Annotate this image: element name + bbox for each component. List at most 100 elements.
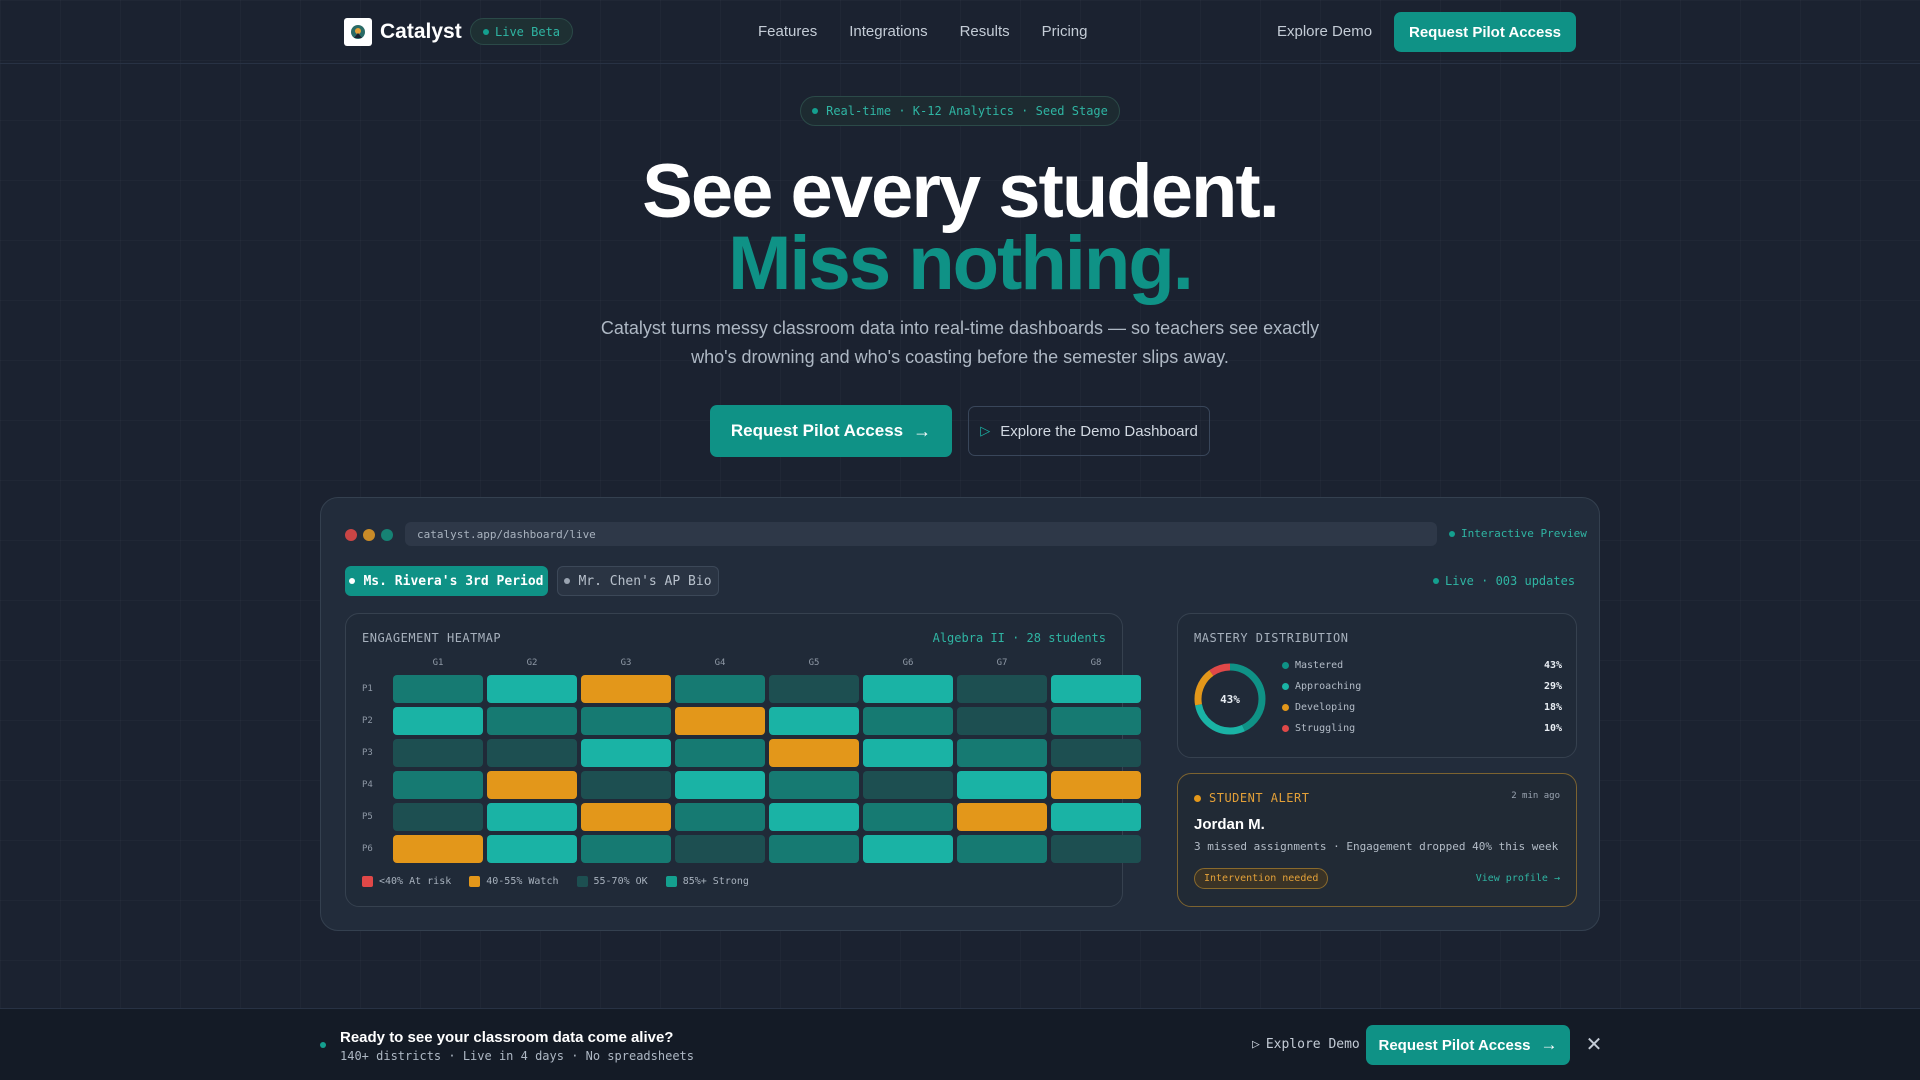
hero-explore-demo-button[interactable]: ▷ Explore the Demo Dashboard	[968, 406, 1210, 456]
bar-explore-demo-link[interactable]: ▷ Explore Demo	[1252, 1037, 1360, 1052]
heatmap-row-header: P2	[362, 716, 373, 726]
heatmap-cell[interactable]	[957, 707, 1047, 735]
heatmap-cell[interactable]	[675, 739, 765, 767]
heatmap-cell[interactable]	[1051, 707, 1141, 735]
heatmap-cell[interactable]	[1051, 771, 1141, 799]
legend-swatch	[362, 876, 373, 887]
heatmap-col-header: G6	[902, 658, 914, 668]
heatmap-cell[interactable]	[581, 771, 671, 799]
mastery-pct: 18%	[1543, 702, 1562, 713]
heatmap-cell[interactable]	[957, 803, 1047, 831]
mastery-title: MASTERY DISTRIBUTION	[1194, 631, 1349, 645]
heatmap-cell[interactable]	[393, 739, 483, 767]
mastery-row-struggling: Struggling 10%	[1282, 723, 1562, 734]
heatmap-cell[interactable]	[957, 739, 1047, 767]
hero-demo-label: Explore the Demo Dashboard	[1000, 422, 1198, 440]
dashboard-preview: catalyst.app/dashboard/live Interactive …	[320, 497, 1600, 931]
nav-link-pricing[interactable]: Pricing	[1042, 23, 1088, 40]
heatmap-row-header: P3	[362, 748, 373, 758]
brand-name[interactable]: Catalyst	[380, 20, 462, 44]
heatmap-cell[interactable]	[863, 835, 953, 863]
alert-title: STUDENT ALERT	[1194, 791, 1309, 805]
legend-label: 55-70% OK	[593, 876, 648, 887]
nav-link-features[interactable]: Features	[758, 23, 817, 40]
heatmap-cell[interactable]	[393, 771, 483, 799]
tab-rivera-3rd-period[interactable]: Ms. Rivera's 3rd Period	[345, 566, 548, 596]
heatmap-cell[interactable]	[769, 675, 859, 703]
heatmap-cell[interactable]	[1051, 739, 1141, 767]
heatmap-cell[interactable]	[957, 835, 1047, 863]
heatmap-cell[interactable]	[581, 675, 671, 703]
preview-text: Interactive Preview	[1461, 527, 1587, 540]
heatmap-cell[interactable]	[675, 771, 765, 799]
mastery-dot-icon	[1282, 683, 1289, 690]
catalyst-logo-icon[interactable]	[344, 18, 372, 46]
heatmap-cell[interactable]	[393, 675, 483, 703]
mastery-pct: 29%	[1543, 681, 1562, 692]
heatmap-cell[interactable]	[769, 771, 859, 799]
nav-link-results[interactable]: Results	[960, 23, 1010, 40]
nav-request-pilot-button[interactable]: Request Pilot Access	[1394, 12, 1576, 52]
heatmap-cell[interactable]	[863, 771, 953, 799]
heatmap-cell[interactable]	[581, 739, 671, 767]
heatmap-cell[interactable]	[769, 707, 859, 735]
bar-cta-label: Request Pilot Access	[1378, 1036, 1531, 1054]
heatmap-cell[interactable]	[769, 835, 859, 863]
heatmap-cell[interactable]	[487, 803, 577, 831]
heatmap-cell[interactable]	[675, 835, 765, 863]
hero-request-pilot-button[interactable]: Request Pilot Access →	[710, 405, 952, 457]
live-dot-icon	[1433, 578, 1439, 584]
heatmap-cell[interactable]	[487, 835, 577, 863]
heatmap-cell[interactable]	[487, 739, 577, 767]
legend-ok: 55-70% OK	[576, 876, 648, 887]
heatmap-cell[interactable]	[675, 803, 765, 831]
play-icon: ▷	[980, 423, 991, 438]
live-text: Live · 003 updates	[1445, 574, 1576, 588]
close-icon[interactable]: ✕	[1584, 1035, 1604, 1055]
heatmap-cell[interactable]	[1051, 803, 1141, 831]
heatmap-cell[interactable]	[1051, 835, 1141, 863]
bar-title: Ready to see your classroom data come al…	[340, 1029, 674, 1046]
donut-center-value: 43%	[1220, 693, 1240, 706]
heatmap-cell[interactable]	[957, 675, 1047, 703]
nav-explore-demo-link[interactable]: Explore Demo	[1277, 23, 1372, 40]
heatmap-cell[interactable]	[581, 835, 671, 863]
alert-timestamp: 2 min ago	[1511, 791, 1560, 801]
heatmap-cell[interactable]	[393, 707, 483, 735]
status-dot-icon	[483, 28, 489, 35]
tab-label: Ms. Rivera's 3rd Period	[363, 573, 544, 589]
nav-link-integrations[interactable]: Integrations	[849, 23, 927, 40]
alert-student-name: Jordan M.	[1194, 816, 1265, 833]
heatmap-cell[interactable]	[863, 803, 953, 831]
heatmap-cell[interactable]	[769, 739, 859, 767]
alert-title-text: STUDENT ALERT	[1209, 791, 1310, 805]
view-profile-link[interactable]: View profile →	[1476, 873, 1560, 884]
tab-chen-ap-bio[interactable]: Mr. Chen's AP Bio	[557, 566, 719, 596]
heatmap-cell[interactable]	[1051, 675, 1141, 703]
heatmap-row-header: P5	[362, 812, 373, 822]
window-minimize-dot-icon	[363, 529, 375, 541]
mastery-label: Developing	[1295, 702, 1356, 713]
mastery-dot-icon	[1282, 725, 1289, 732]
tab-label: Mr. Chen's AP Bio	[578, 573, 712, 589]
heatmap-cell[interactable]	[769, 803, 859, 831]
heatmap-col-header: G8	[1090, 658, 1102, 668]
heatmap-cell[interactable]	[863, 707, 953, 735]
heatmap-cell[interactable]	[487, 771, 577, 799]
bar-request-pilot-button[interactable]: Request Pilot Access →	[1366, 1025, 1570, 1065]
heatmap-cell[interactable]	[863, 675, 953, 703]
heatmap-cell[interactable]	[487, 707, 577, 735]
mastery-pct: 10%	[1543, 723, 1562, 734]
heatmap-cell[interactable]	[863, 739, 953, 767]
heatmap-cell[interactable]	[393, 803, 483, 831]
heatmap-cell[interactable]	[581, 803, 671, 831]
address-bar[interactable]: catalyst.app/dashboard/live	[405, 522, 1437, 546]
heatmap-cell[interactable]	[487, 675, 577, 703]
heatmap-cell[interactable]	[675, 707, 765, 735]
heatmap-cell[interactable]	[675, 675, 765, 703]
legend-swatch	[576, 876, 588, 887]
heatmap-cell[interactable]	[957, 771, 1047, 799]
heatmap-cell[interactable]	[581, 707, 671, 735]
heatmap-row-header: P4	[362, 780, 373, 790]
heatmap-cell[interactable]	[393, 835, 483, 863]
